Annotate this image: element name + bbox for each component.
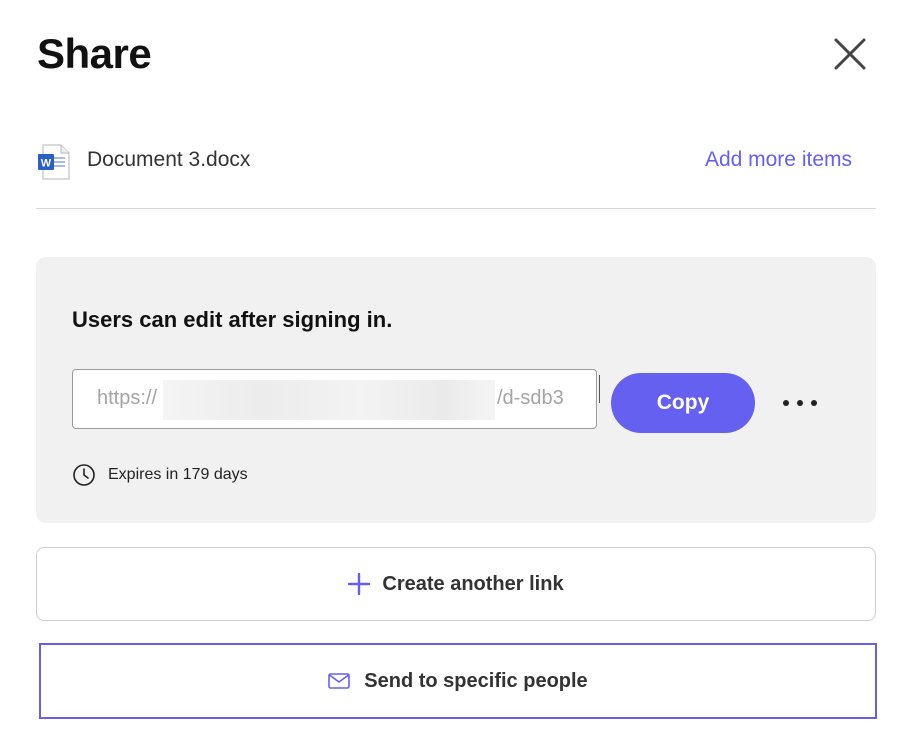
url-prefix: https:// bbox=[97, 387, 158, 409]
divider bbox=[36, 208, 876, 209]
create-link-label: Create another link bbox=[382, 572, 564, 595]
create-another-link-button[interactable]: Create another link bbox=[36, 547, 876, 621]
plus-icon bbox=[348, 573, 371, 595]
link-permission-text: Users can edit after signing in. bbox=[72, 307, 393, 332]
add-more-items-link[interactable]: Add more items bbox=[705, 148, 852, 172]
close-button[interactable] bbox=[828, 32, 872, 76]
mail-icon bbox=[328, 673, 351, 689]
more-options-button[interactable] bbox=[776, 383, 824, 423]
send-label: Send to specific people bbox=[364, 669, 588, 692]
expiry-text: Expires in 179 days bbox=[108, 466, 248, 483]
url-suffix: /d-sdb3 bbox=[497, 387, 564, 409]
link-expiry: Expires in 179 days bbox=[72, 463, 248, 487]
close-icon bbox=[834, 38, 866, 70]
text-caret bbox=[599, 375, 600, 403]
send-to-specific-people-button[interactable]: Send to specific people bbox=[39, 643, 877, 719]
share-link-field[interactable]: https:// /d-sdb3 bbox=[72, 369, 597, 429]
more-horizontal-icon bbox=[783, 400, 817, 406]
svg-text:W: W bbox=[41, 158, 52, 170]
url-redacted bbox=[163, 380, 495, 420]
file-row: W Document 3.docx Add more items bbox=[37, 142, 876, 180]
copy-button[interactable]: Copy bbox=[611, 373, 755, 433]
clock-icon bbox=[73, 464, 95, 486]
word-document-icon: W bbox=[38, 144, 70, 180]
file-name: Document 3.docx bbox=[87, 148, 251, 171]
share-link-card: Users can edit after signing in. https:/… bbox=[36, 257, 876, 523]
page-title: Share bbox=[37, 30, 152, 77]
